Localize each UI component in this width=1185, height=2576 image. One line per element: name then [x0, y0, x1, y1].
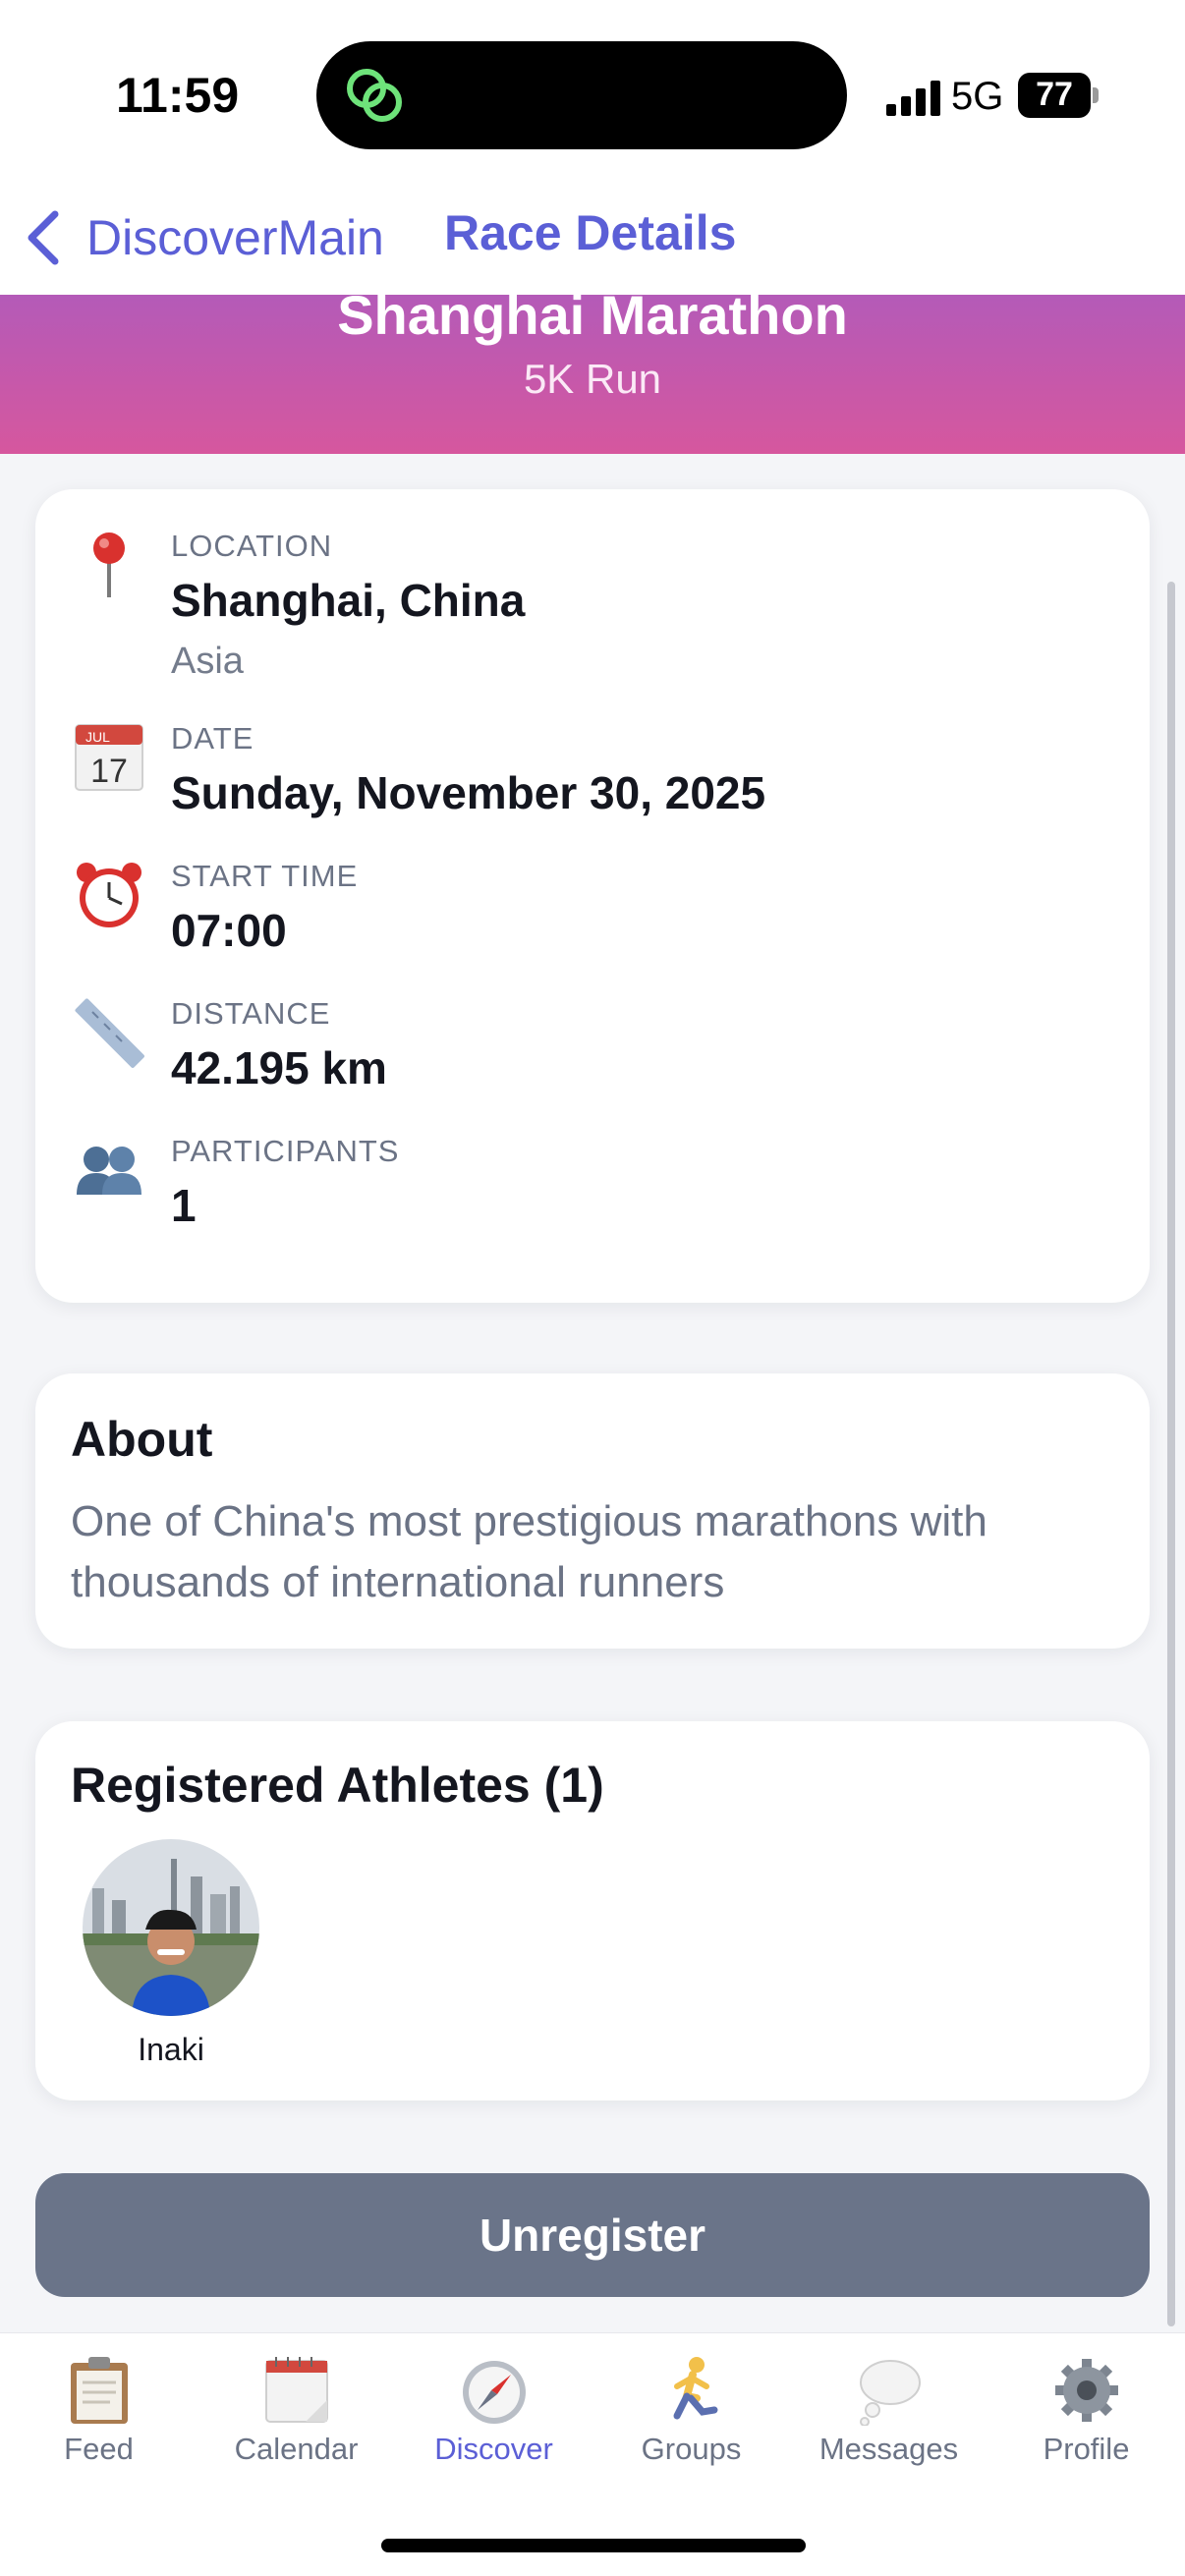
- svg-text:17: 17: [90, 753, 128, 790]
- clipboard-icon: [71, 2357, 128, 2424]
- distance-value: 42.195 km: [171, 1042, 387, 1093]
- signal-icon: [886, 81, 940, 116]
- calendar-icon: JUL 17: [73, 721, 145, 794]
- about-title: About: [71, 1412, 213, 1467]
- race-info-card: LOCATION Shanghai, China Asia JUL 17 DAT…: [35, 489, 1150, 1303]
- pushpin-icon: [73, 529, 145, 601]
- runner-icon: [673, 2357, 718, 2420]
- ruler-icon: [73, 996, 145, 1069]
- battery-level: 77: [1036, 76, 1073, 113]
- page-title: Race Details: [444, 205, 737, 260]
- race-title: Shanghai Marathon: [337, 295, 848, 346]
- compass-icon: [463, 2361, 526, 2424]
- race-hero-banner: Shanghai Marathon 5K Run: [0, 295, 1185, 454]
- location-region: Asia: [171, 641, 244, 682]
- navigation-bar: DiscoverMain Race Details: [0, 187, 1185, 297]
- tab-groups[interactable]: Groups: [592, 2355, 790, 2473]
- dynamic-island: [316, 41, 847, 149]
- svg-text:JUL: JUL: [85, 729, 110, 745]
- unregister-button[interactable]: Unregister: [35, 2173, 1150, 2297]
- home-indicator: [381, 2539, 806, 2552]
- about-card: About One of China's most prestigious ma…: [35, 1373, 1150, 1649]
- tab-label: Feed: [64, 2432, 134, 2466]
- distance-label: DISTANCE: [171, 996, 331, 1031]
- status-time: 11:59: [116, 68, 240, 123]
- tab-label: Messages: [818, 2432, 959, 2466]
- gear-icon: [1055, 2359, 1118, 2422]
- athlete-name: Inaki: [138, 2032, 204, 2067]
- alarm-clock-icon: [73, 859, 145, 931]
- tab-messages[interactable]: Messages: [790, 2355, 988, 2473]
- location-label: LOCATION: [171, 529, 333, 563]
- network-type: 5G: [951, 75, 1004, 118]
- tab-profile[interactable]: Profile: [988, 2355, 1185, 2473]
- people-icon: [73, 1134, 145, 1206]
- back-button[interactable]: DiscoverMain: [22, 198, 384, 277]
- tab-calendar[interactable]: Calendar: [198, 2355, 395, 2473]
- date-label: DATE: [171, 721, 254, 756]
- participants-label: PARTICIPANTS: [171, 1134, 400, 1168]
- back-label: DiscoverMain: [86, 210, 384, 265]
- start-time-label: START TIME: [171, 859, 359, 893]
- battery-icon: 77: [1018, 73, 1099, 118]
- linked-rings-icon: [347, 69, 402, 122]
- location-value: Shanghai, China: [171, 575, 526, 626]
- status-bar: 11:59 5G 77: [0, 0, 1185, 187]
- chevron-left-icon: [28, 210, 59, 265]
- tab-discover[interactable]: Discover: [395, 2355, 592, 2473]
- about-description: One of China's most prestigious marathon…: [71, 1497, 988, 1606]
- calendar-icon: [265, 2357, 328, 2423]
- tab-label: Groups: [641, 2432, 742, 2466]
- start-time-value: 07:00: [171, 905, 287, 956]
- race-subtitle: 5K Run: [523, 356, 662, 402]
- tab-label: Calendar: [234, 2432, 359, 2466]
- date-value: Sunday, November 30, 2025: [171, 767, 766, 818]
- registered-athletes-card: Registered Athletes (1) Inaki: [35, 1721, 1150, 2100]
- tab-feed[interactable]: Feed: [0, 2355, 198, 2473]
- athlete-item[interactable]: Inaki: [83, 1839, 259, 2075]
- avatar: [83, 1839, 259, 2016]
- participants-value: 1: [171, 1180, 197, 1231]
- tab-label: Profile: [1043, 2432, 1130, 2466]
- athletes-title: Registered Athletes (1): [71, 1758, 604, 1813]
- thought-bubble-icon: [860, 2360, 921, 2426]
- scrollbar[interactable]: [1167, 582, 1175, 2326]
- tab-label: Discover: [434, 2432, 553, 2466]
